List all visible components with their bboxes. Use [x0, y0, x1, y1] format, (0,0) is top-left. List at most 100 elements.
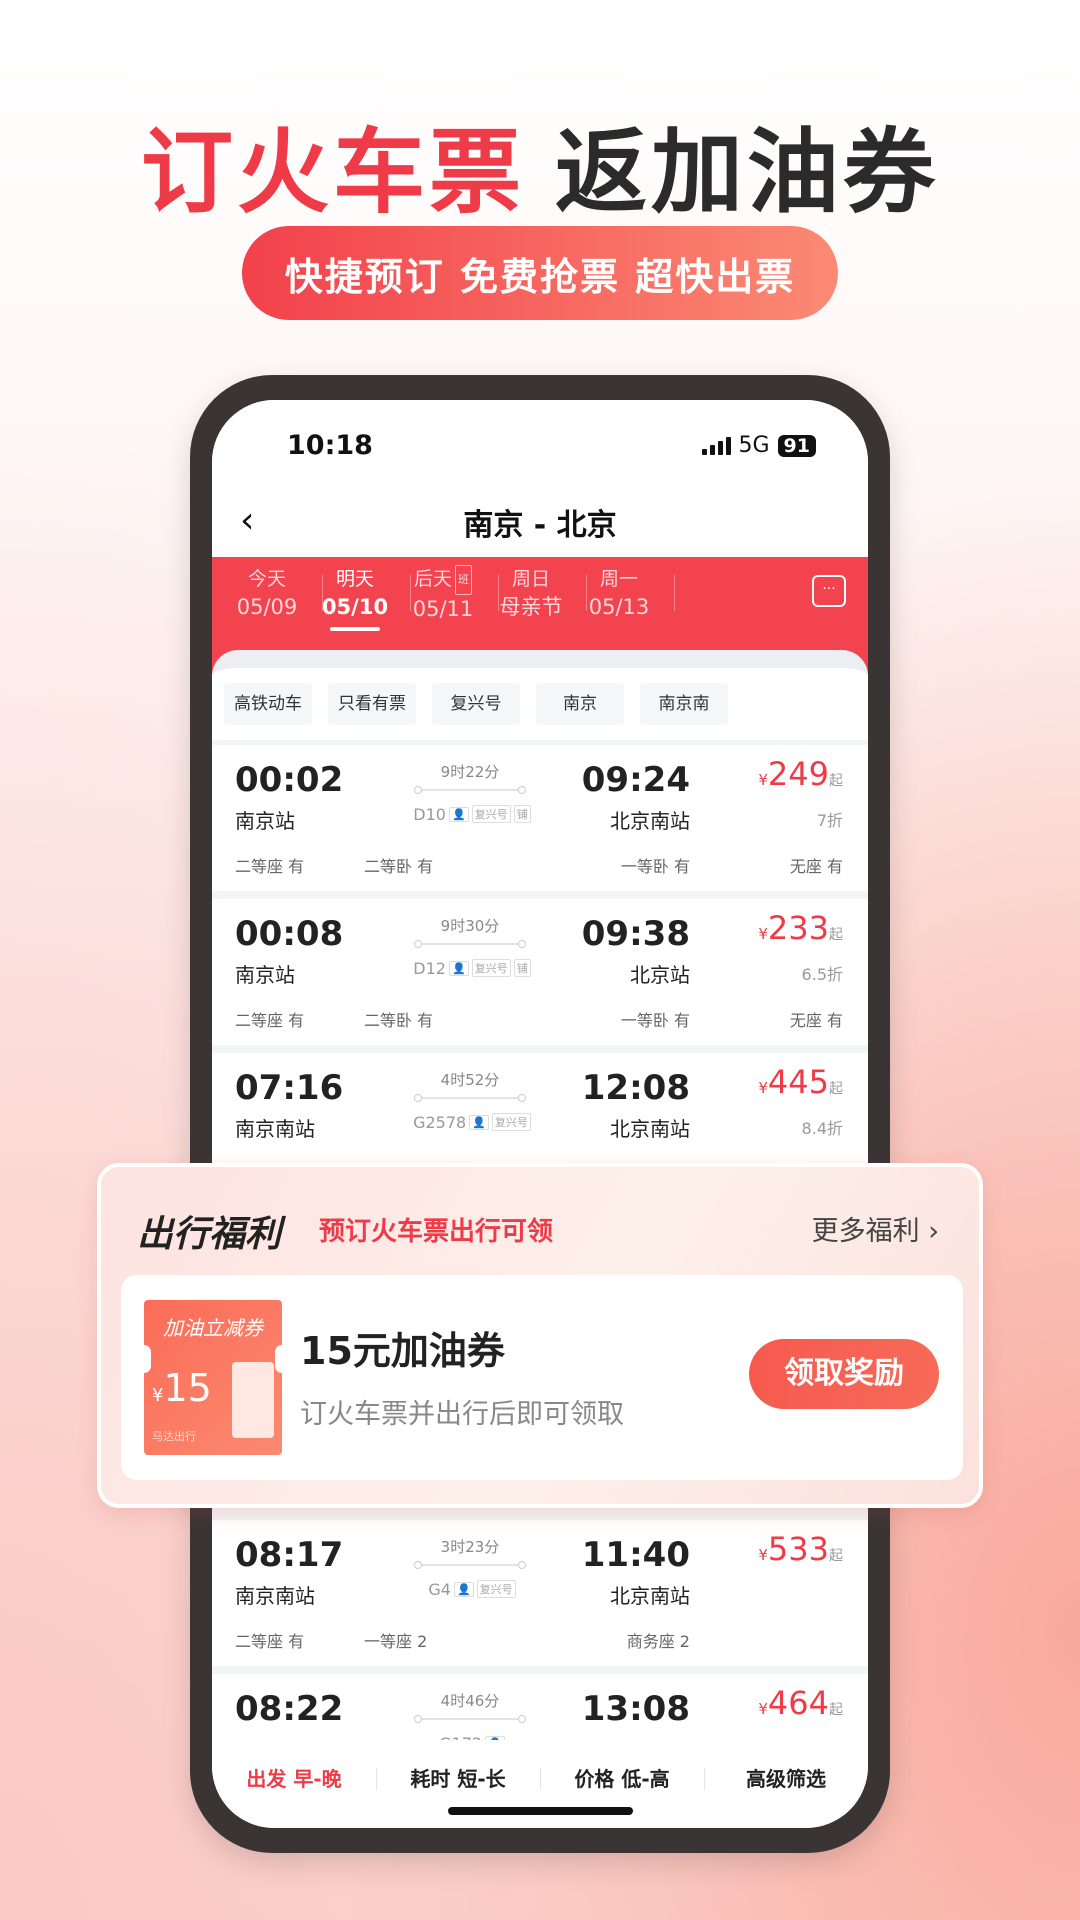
arrival-station: 北京南站	[610, 1584, 690, 1608]
price-from: 起	[829, 1548, 843, 1564]
filter-chip[interactable]: 高铁动车	[224, 683, 312, 725]
arrival-time: 11:40	[581, 1535, 690, 1575]
more-benefits-link[interactable]: 更多福利 ›	[812, 1209, 939, 1248]
offer-title: 15元加油券	[300, 1329, 505, 1373]
seat-availability: 商务座 2	[626, 1632, 690, 1651]
seat-availability: 无座 有	[789, 857, 843, 876]
price: ¥533起	[758, 1530, 843, 1568]
passenger-icon: 👤	[469, 1115, 489, 1130]
status-time: 10:18	[287, 430, 373, 461]
price-value: 533	[767, 1530, 829, 1568]
page-title: 南京 - 北京	[463, 508, 617, 543]
discount: 8.4折	[801, 1119, 843, 1138]
arrival-station: 北京南站	[610, 1117, 690, 1141]
train-number-text: G4	[428, 1580, 451, 1599]
sort-price[interactable]: 价格 低-高	[540, 1763, 704, 1792]
hero-title: 订火车票 返加油券	[0, 98, 1080, 231]
currency: ¥	[758, 1079, 768, 1097]
coupon-notch	[137, 1345, 151, 1373]
home-indicator[interactable]	[448, 1807, 633, 1815]
seat-availability: 无座 有	[789, 1011, 843, 1030]
arrival-station: 北京站	[630, 963, 690, 987]
route-line	[414, 786, 526, 794]
price: ¥249起	[758, 755, 843, 793]
train-row[interactable]: 00:02 南京站 9时22分 D10 👤 复兴号铺 09:24 北京南站 ¥249起 7折 二等座…	[212, 745, 868, 891]
seat-availability: 一等座 2	[364, 1632, 428, 1651]
seat-availability: 一等卧 有	[620, 857, 690, 876]
currency: ¥	[758, 925, 768, 943]
filter-chip[interactable]: 复兴号	[432, 683, 520, 725]
duration: 4时52分	[440, 1071, 500, 1089]
departure-station: 南京站	[235, 963, 295, 987]
filter-chip[interactable]: 只看有票	[328, 683, 416, 725]
tagline-pill: 快捷预订 免费抢票 超快出票	[242, 226, 838, 320]
price-from: 起	[829, 927, 843, 943]
promo-card: 出行福利 预订火车票出行可领 更多福利 › 加油立减券 ¥15 马达出行 15元…	[97, 1163, 983, 1508]
train-badge: 复兴号	[476, 1580, 516, 1598]
train-number: D12 👤 复兴号铺	[372, 959, 572, 978]
train-number: G2578 👤 复兴号	[372, 1113, 572, 1132]
departure-station: 南京南站	[235, 1584, 315, 1608]
filter-chip[interactable]: 南京	[536, 683, 624, 725]
departure-time: 08:22	[235, 1689, 344, 1729]
status-icons: 5G 91	[701, 433, 816, 458]
coupon-currency: ¥	[152, 1385, 164, 1406]
arrival-time: 12:08	[581, 1068, 690, 1108]
fuel-coupon-image: 加油立减券 ¥15 马达出行	[137, 1300, 289, 1455]
train-row[interactable]: 08:17 南京南站 3时23分 G4 👤 复兴号 11:40 北京南站 ¥533起 二等座 有 一…	[212, 1520, 868, 1666]
advanced-filter[interactable]: 高级筛选	[704, 1763, 868, 1792]
train-badge: 复兴号	[471, 805, 511, 823]
seat-availability: 一等卧 有	[620, 1011, 690, 1030]
departure-time: 07:16	[235, 1068, 344, 1108]
fuel-pump-icon	[232, 1362, 274, 1438]
price-value: 249	[767, 755, 829, 793]
route-line	[414, 1561, 526, 1569]
departure-time: 00:02	[235, 760, 344, 800]
departure-time: 08:17	[235, 1535, 344, 1575]
passenger-icon: 👤	[448, 961, 469, 976]
duration: 9时22分	[440, 763, 500, 781]
coupon-amount: 15	[163, 1366, 212, 1410]
seat-availability: 二等座 有	[235, 1632, 305, 1651]
train-number-text: D10	[413, 805, 446, 824]
claim-reward-button[interactable]: 领取奖励	[749, 1339, 939, 1409]
price-from: 起	[829, 1081, 843, 1097]
nav-bar: 10:18 5G 91 ‹ 南京 - 北京	[212, 400, 868, 557]
battery-icon: 91	[777, 434, 816, 457]
arrival-time: 09:24	[581, 760, 690, 800]
seat-availability: 二等卧 有	[364, 1011, 434, 1030]
price-value: 233	[767, 909, 829, 947]
coupon-value: ¥15	[152, 1366, 212, 1410]
route-line	[414, 1094, 526, 1102]
active-underline	[330, 627, 380, 631]
price-value: 464	[767, 1684, 829, 1722]
seat-availability: 二等座 有	[235, 857, 305, 876]
train-number: D10 👤 复兴号铺	[372, 805, 572, 824]
train-badge: 复兴号	[491, 1113, 531, 1131]
offer-panel: 加油立减券 ¥15 马达出行 15元加油券 订火车票并出行后即可领取 领取奖励	[121, 1275, 963, 1480]
date-tab-4[interactable]: 周一 05/13	[564, 565, 674, 621]
departure-time: 00:08	[235, 914, 344, 954]
train-row[interactable]: 00:08 南京站 9时30分 D12 👤 复兴号铺 09:38 北京站 ¥233起 6.5折 二等…	[212, 899, 868, 1045]
offer-description: 订火车票并出行后即可领取	[300, 1399, 624, 1430]
filter-chip[interactable]: 南京南	[640, 683, 728, 725]
arrival-time: 13:08	[581, 1689, 690, 1729]
network-label: 5G	[738, 433, 770, 458]
duration: 9时30分	[440, 917, 500, 935]
workday-badge: 班	[455, 565, 472, 595]
currency: ¥	[758, 1546, 768, 1564]
promo-title: 出行福利	[137, 1214, 282, 1255]
promo-subtitle: 预订火车票出行可领	[319, 1217, 554, 1247]
sort-duration[interactable]: 耗时 短-长	[376, 1763, 540, 1792]
departure-station: 南京站	[235, 809, 295, 833]
route-line	[414, 1715, 526, 1723]
hero-title-red: 订火车票	[140, 119, 525, 226]
calendar-icon[interactable]: ···	[812, 575, 846, 607]
price: ¥464起	[758, 1684, 843, 1722]
sort-departure[interactable]: 出发 早-晚	[212, 1763, 376, 1792]
date-value: 05/13	[588, 595, 650, 619]
coupon-notch	[275, 1345, 289, 1373]
passenger-icon: 👤	[448, 807, 469, 822]
duration: 3时23分	[440, 1538, 500, 1556]
price: ¥445起	[758, 1063, 843, 1101]
